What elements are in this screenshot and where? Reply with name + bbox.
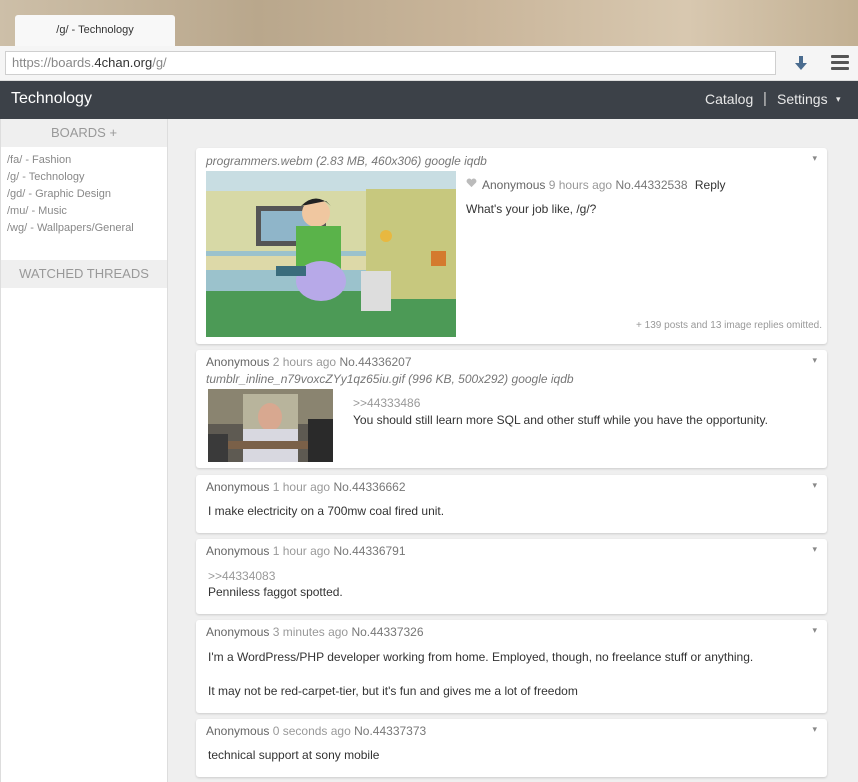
header-separator: | [763, 90, 767, 107]
settings-caret-icon[interactable]: ▾ [836, 94, 841, 105]
reply-body: You should still learn more SQL and othe… [353, 413, 768, 427]
poster-name: Anonymous [482, 178, 546, 192]
reply-post: ▾ Anonymous 0 seconds ago No.44337373 te… [196, 719, 827, 777]
board-title: Technology [11, 90, 92, 107]
post-options-icon[interactable]: ▾ [812, 480, 817, 491]
omitted-posts-note[interactable]: + 139 posts and 13 image replies omitted… [636, 320, 822, 331]
catalog-link[interactable]: Catalog [705, 91, 753, 107]
post-options-icon[interactable]: ▾ [812, 625, 817, 636]
post-number[interactable]: No.44336207 [339, 355, 411, 369]
reply-post: ▾ Anonymous 1 hour ago No.44336662 I mak… [196, 475, 827, 533]
post-time: 9 hours ago [548, 178, 613, 192]
quote-link[interactable]: >>44333486 [353, 396, 420, 410]
post-options-icon[interactable]: ▾ [812, 544, 817, 555]
window-titlebar: /g/ - Technology [0, 0, 858, 46]
sidebar-item-wg[interactable]: /wg/ - Wallpapers/General [7, 220, 167, 237]
browser-navbar: https://boards.4chan.org/g/ [0, 46, 858, 81]
post-time: 2 hours ago [272, 355, 337, 369]
reply-body-paragraph-2: It may not be red-carpet-tier, but it's … [208, 684, 578, 698]
post-number[interactable]: No.44337373 [354, 724, 426, 738]
sidebar-item-fa[interactable]: /fa/ - Fashion [7, 152, 167, 169]
reply-post: ▾ Anonymous 3 minutes ago No.44337326 I'… [196, 620, 827, 713]
board-header: Technology Catalog | Settings ▾ [0, 81, 858, 119]
poster-name: Anonymous [206, 355, 270, 369]
heart-icon[interactable] [466, 178, 477, 188]
reply-body: I make electricity on a 700mw coal fired… [208, 504, 445, 518]
post-options-icon[interactable]: ▾ [812, 355, 817, 366]
reply-file-info[interactable]: tumblr_inline_n79voxcZYy1qz65iu.gif (996… [206, 372, 574, 386]
post-number[interactable]: No.44337326 [351, 625, 423, 639]
quote-link[interactable]: >>44334083 [208, 569, 275, 583]
reply-meta: Anonymous 0 seconds ago No.44337373 [206, 724, 426, 738]
poster-name: Anonymous [206, 625, 270, 639]
reply-thumbnail-image[interactable] [208, 389, 333, 462]
url-prefix: https://boards. [12, 55, 95, 70]
reply-body: I'm a WordPress/PHP developer working fr… [208, 650, 754, 664]
reply-meta: Anonymous 1 hour ago No.44336662 [206, 480, 406, 494]
op-post-body: What's your job like, /g/? [466, 202, 597, 216]
thread-area: ▾ programmers.webm (2.83 MB, 460x306) go… [168, 119, 858, 782]
reply-meta: Anonymous 1 hour ago No.44336791 [206, 544, 406, 558]
address-bar[interactable]: https://boards.4chan.org/g/ [5, 51, 776, 75]
reply-body: technical support at sony mobile [208, 748, 380, 762]
reply-link[interactable]: Reply [695, 178, 726, 192]
op-post: ▾ programmers.webm (2.83 MB, 460x306) go… [196, 148, 827, 344]
watched-threads-heading[interactable]: WATCHED THREADS [1, 260, 167, 288]
poster-name: Anonymous [206, 544, 270, 558]
post-number[interactable]: No.44336662 [333, 480, 405, 494]
op-post-meta: Anonymous 9 hours ago No.44332538 Reply [482, 178, 726, 192]
reply-meta: Anonymous 2 hours ago No.44336207 [206, 355, 412, 369]
poster-name: Anonymous [206, 724, 270, 738]
post-time: 0 seconds ago [272, 724, 351, 738]
boards-heading[interactable]: BOARDS + [1, 119, 167, 147]
sidebar-item-gd[interactable]: /gd/ - Graphic Design [7, 186, 167, 203]
reply-post: ▾ Anonymous 1 hour ago No.44336791 >>443… [196, 539, 827, 614]
hamburger-menu-icon[interactable] [831, 55, 849, 71]
post-time: 3 minutes ago [272, 625, 349, 639]
settings-link[interactable]: Settings [777, 91, 828, 107]
post-options-icon[interactable]: ▾ [812, 724, 817, 735]
sidebar-item-mu[interactable]: /mu/ - Music [7, 203, 167, 220]
op-thumbnail-image[interactable] [206, 171, 456, 337]
reply-body: Penniless faggot spotted. [208, 585, 343, 599]
post-number[interactable]: No.44336791 [333, 544, 405, 558]
download-icon[interactable] [792, 54, 810, 72]
browser-tab[interactable]: /g/ - Technology [15, 15, 175, 46]
sidebar-item-g[interactable]: /g/ - Technology [7, 169, 167, 186]
reply-post: ▾ Anonymous 2 hours ago No.44336207 tumb… [196, 350, 827, 468]
op-file-info[interactable]: programmers.webm (2.83 MB, 460x306) goog… [206, 154, 487, 168]
post-number[interactable]: No.44332538 [615, 178, 687, 192]
post-options-icon[interactable]: ▾ [812, 153, 817, 164]
poster-name: Anonymous [206, 480, 270, 494]
url-path: /g/ [152, 55, 167, 70]
url-domain: 4chan.org [94, 55, 153, 70]
reply-meta: Anonymous 3 minutes ago No.44337326 [206, 625, 424, 639]
boards-list: /fa/ - Fashion /g/ - Technology /gd/ - G… [1, 147, 167, 237]
sidebar: BOARDS + /fa/ - Fashion /g/ - Technology… [0, 119, 168, 782]
post-time: 1 hour ago [272, 544, 331, 558]
post-time: 1 hour ago [272, 480, 331, 494]
